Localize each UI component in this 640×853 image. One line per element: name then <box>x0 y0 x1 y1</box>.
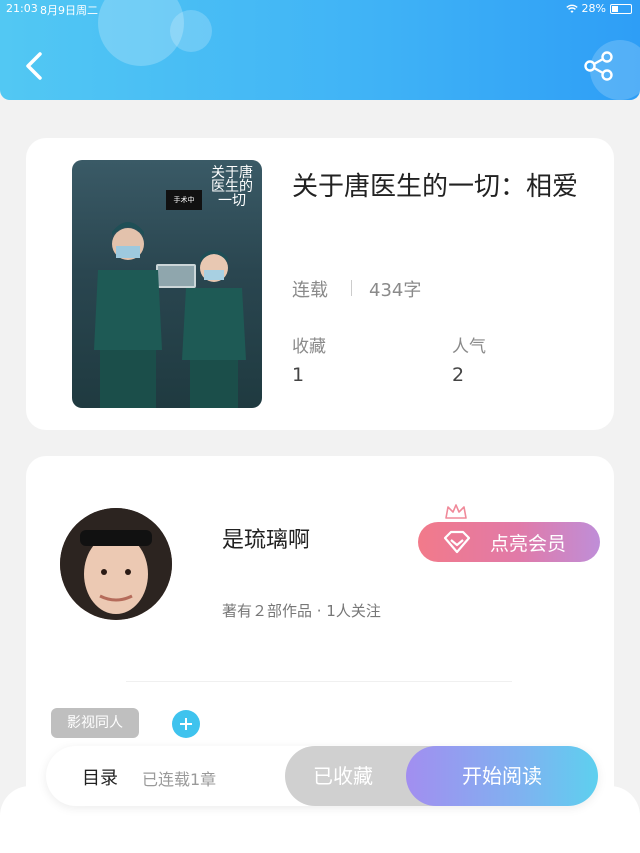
battery-percent: 28% <box>581 2 606 15</box>
bottom-action-bar: 目录 已连载1章 已收藏 开始阅读 <box>46 746 598 806</box>
divider <box>351 280 352 296</box>
book-title: 关于唐医生的一切：相爱 <box>292 172 579 202</box>
diamond-icon <box>443 530 471 554</box>
plus-icon[interactable] <box>172 710 200 738</box>
collected-button-label: 已收藏 <box>313 764 373 788</box>
tag-chip[interactable]: 影视同人 <box>51 708 139 738</box>
book-info-card: 关于唐医生的一切 手术中 关于唐医生的一切：相爱 连载 434字 收藏 1 人气… <box>26 138 614 430</box>
book-word-count: 434字 <box>369 280 422 301</box>
toc-button[interactable]: 目录 <box>82 764 118 790</box>
cover-sign: 手术中 <box>166 190 202 210</box>
book-cover[interactable]: 关于唐医生的一切 手术中 <box>72 160 262 408</box>
status-date: 8月9日周二 <box>40 4 98 17</box>
status-right: 28% <box>565 2 632 15</box>
crown-icon <box>445 504 467 519</box>
toc-info: 已连载1章 <box>142 770 217 789</box>
back-button[interactable] <box>20 48 48 84</box>
stat-favorites-label: 收藏 <box>292 337 326 357</box>
stat-favorites-value: 1 <box>292 364 305 386</box>
start-reading-label: 开始阅读 <box>462 764 542 788</box>
avatar-image <box>60 508 172 620</box>
divider <box>126 681 512 682</box>
status-bar: 21:03 8月9日周二 28% <box>0 0 640 18</box>
stat-popularity-value: 2 <box>452 364 465 386</box>
status-time: 21:03 <box>6 2 38 15</box>
wifi-icon <box>565 4 578 13</box>
author-name[interactable]: 是琉璃啊 <box>222 522 310 554</box>
avatar[interactable] <box>60 508 172 620</box>
cover-title: 关于唐医生的一切 <box>211 165 253 209</box>
author-meta: 著有２部作品 · 1人关注 <box>222 602 381 620</box>
cover-figure <box>182 250 246 408</box>
battery-icon <box>610 3 632 14</box>
start-reading-button[interactable]: 开始阅读 <box>406 746 598 806</box>
vip-button[interactable]: 点亮会员 <box>418 522 600 562</box>
cover-figure <box>94 222 162 408</box>
vip-button-label: 点亮会员 <box>490 532 567 555</box>
stat-popularity-label: 人气 <box>452 337 486 357</box>
header: 21:03 8月9日周二 28% <box>0 0 640 100</box>
book-status: 连载 <box>292 280 328 301</box>
share-button[interactable] <box>582 50 616 82</box>
